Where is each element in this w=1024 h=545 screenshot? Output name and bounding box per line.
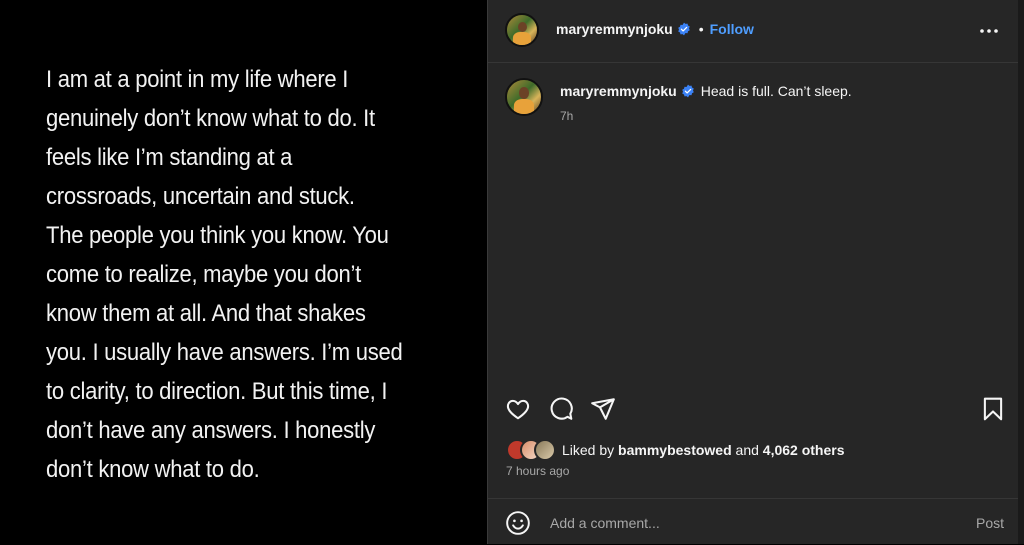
- liker-avatar: [534, 439, 556, 461]
- likes-summary: Liked by bammybestowed and 4,062 others: [562, 442, 845, 458]
- share-icon[interactable]: [590, 396, 616, 422]
- likes-count[interactable]: 4,062 others: [763, 442, 845, 458]
- header-user-row: maryremmynjoku • Follow: [556, 21, 754, 37]
- more-options-icon[interactable]: [977, 19, 1001, 43]
- profile-avatar[interactable]: [505, 13, 539, 47]
- heart-icon[interactable]: [505, 396, 531, 422]
- emoji-icon[interactable]: [505, 510, 531, 536]
- post-header: maryremmynjoku • Follow: [488, 0, 1019, 63]
- verified-badge-icon: [681, 84, 694, 98]
- likes-conjunction: and: [735, 442, 759, 458]
- header-username[interactable]: maryremmynjoku: [556, 21, 673, 37]
- caption-avatar[interactable]: [505, 78, 543, 116]
- likes-prefix: Liked by: [562, 442, 615, 458]
- bookmark-icon[interactable]: [980, 396, 1006, 422]
- comment-bar: Post: [488, 498, 1019, 545]
- caption-text: Head is full. Can’t sleep.: [700, 83, 852, 99]
- post-image-quote-text: I am at a point in my life where I genui…: [46, 66, 403, 483]
- comment-input[interactable]: [548, 511, 932, 535]
- post-side-panel: maryremmynjoku • Follow maryremmynjoku H…: [487, 0, 1019, 544]
- verified-badge-icon: [677, 22, 690, 36]
- caption-username[interactable]: maryremmynjoku: [560, 83, 677, 99]
- post-comment-button[interactable]: Post: [976, 515, 1004, 531]
- liker-username[interactable]: bammybestowed: [618, 442, 732, 458]
- follow-button[interactable]: Follow: [710, 21, 754, 37]
- likes-row: Liked by bammybestowed and 4,062 others: [506, 438, 845, 462]
- post-image: I am at a point in my life where I genui…: [0, 0, 487, 544]
- post-timestamp[interactable]: 7 hours ago: [506, 464, 569, 478]
- header-separator: •: [698, 21, 704, 37]
- comment-icon[interactable]: [548, 396, 574, 422]
- caption-row: maryremmynjoku Head is full. Can’t sleep…: [560, 83, 852, 99]
- post-actions-bar: [488, 388, 1019, 430]
- caption-time[interactable]: 7h: [560, 109, 573, 123]
- background-edge: [1018, 0, 1024, 544]
